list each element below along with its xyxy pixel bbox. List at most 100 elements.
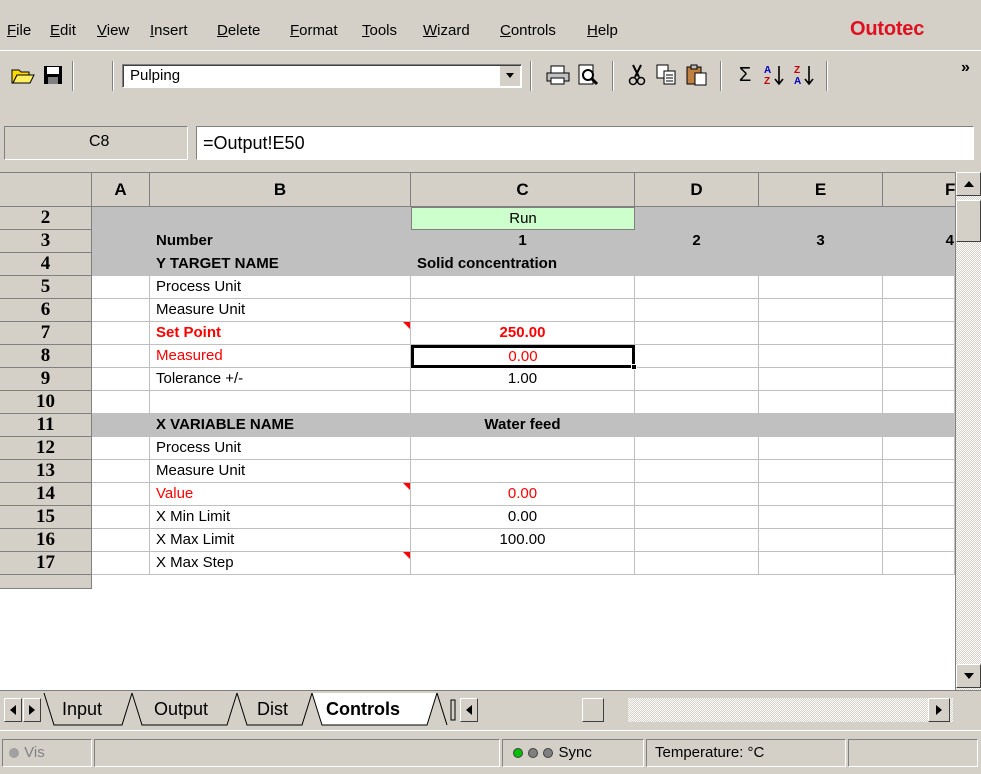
cell-d14[interactable] <box>635 483 759 506</box>
more-icon[interactable]: » <box>961 59 970 77</box>
cell-a16[interactable] <box>92 529 150 552</box>
cell-d15[interactable] <box>635 506 759 529</box>
cell-c16[interactable]: 100.00 <box>411 529 635 552</box>
cell-c15[interactable]: 0.00 <box>411 506 635 529</box>
cell-f4[interactable] <box>883 253 955 276</box>
sort-ascending-icon[interactable]: AZ <box>762 63 788 87</box>
cell-c9[interactable]: 1.00 <box>411 368 635 391</box>
cell-e2[interactable] <box>759 207 883 230</box>
cell-c11[interactable]: Water feed <box>411 414 635 437</box>
menu-insert[interactable]: Insert <box>150 21 188 41</box>
paste-icon[interactable] <box>684 63 710 87</box>
horizontal-scroll-thumb[interactable] <box>582 698 604 722</box>
vertical-scrollbar[interactable] <box>955 172 981 690</box>
column-header-e[interactable]: E <box>759 173 883 207</box>
row-header[interactable]: 8 <box>0 345 92 368</box>
cell-b16[interactable]: X Max Limit <box>150 529 411 552</box>
cell-d12[interactable] <box>635 437 759 460</box>
cell-e11[interactable] <box>759 414 883 437</box>
cell-f17[interactable] <box>883 552 955 575</box>
menu-delete[interactable]: Delete <box>217 21 260 41</box>
print-icon[interactable] <box>545 63 571 87</box>
cell-d9[interactable] <box>635 368 759 391</box>
cell-c17[interactable] <box>411 552 635 575</box>
sheet-tab-dist[interactable]: Dist <box>251 695 294 725</box>
print-preview-icon[interactable] <box>575 63 601 87</box>
cell-d5[interactable] <box>635 276 759 299</box>
horizontal-scrollbar[interactable] <box>628 698 953 722</box>
cell-a8[interactable] <box>92 345 150 368</box>
cell-d17[interactable] <box>635 552 759 575</box>
sort-descending-icon[interactable]: ZA <box>792 63 818 87</box>
cell-b9[interactable]: Tolerance +/- <box>150 368 411 391</box>
name-box[interactable]: C8 <box>4 126 188 160</box>
row-header[interactable]: 11 <box>0 414 92 437</box>
cell-f3[interactable]: 4 <box>883 230 955 253</box>
cell-b12[interactable]: Process Unit <box>150 437 411 460</box>
row-header[interactable]: 14 <box>0 483 92 506</box>
cell-d6[interactable] <box>635 299 759 322</box>
cell-e3[interactable]: 3 <box>759 230 883 253</box>
cell-a10[interactable] <box>92 391 150 414</box>
cell-f10[interactable] <box>883 391 955 414</box>
first-sheet-icon[interactable] <box>4 698 22 722</box>
cell-a6[interactable] <box>92 299 150 322</box>
chevron-down-icon[interactable] <box>500 66 520 86</box>
row-header[interactable]: 12 <box>0 437 92 460</box>
cell-e10[interactable] <box>759 391 883 414</box>
cell-b3[interactable]: Number <box>150 230 411 253</box>
select-all-corner[interactable] <box>0 173 92 207</box>
row-header[interactable]: 5 <box>0 276 92 299</box>
column-header-d[interactable]: D <box>635 173 759 207</box>
column-header-f[interactable]: F <box>883 173 955 207</box>
cell-a12[interactable] <box>92 437 150 460</box>
menu-view[interactable]: View <box>97 21 129 41</box>
menu-edit[interactable]: Edit <box>50 21 76 41</box>
cell-a5[interactable] <box>92 276 150 299</box>
cell-a17[interactable] <box>92 552 150 575</box>
cell-e12[interactable] <box>759 437 883 460</box>
spreadsheet-grid[interactable]: A B C D E F 2 Run 3 Number 1 2 3 4 4 Y TARGET NAM… <box>0 172 955 690</box>
cell-a13[interactable] <box>92 460 150 483</box>
row-header[interactable]: 3 <box>0 230 92 253</box>
cell-b11[interactable]: X VARIABLE NAME <box>150 414 411 437</box>
row-header[interactable]: 10 <box>0 391 92 414</box>
cell-b5[interactable]: Process Unit <box>150 276 411 299</box>
cell-e5[interactable] <box>759 276 883 299</box>
cell-b10[interactable] <box>150 391 411 414</box>
cell-f5[interactable] <box>883 276 955 299</box>
menu-wizard[interactable]: Wizard <box>423 21 470 41</box>
row-header[interactable]: 13 <box>0 460 92 483</box>
cell-c7[interactable]: 250.00 <box>411 322 635 345</box>
cell-c5[interactable] <box>411 276 635 299</box>
cell-c3[interactable]: 1 <box>411 230 635 253</box>
cell-e8[interactable] <box>759 345 883 368</box>
column-header-c[interactable]: C <box>411 173 635 207</box>
menu-help[interactable]: Help <box>587 21 618 41</box>
cell-e7[interactable] <box>759 322 883 345</box>
cell-d3[interactable]: 2 <box>635 230 759 253</box>
cell-a14[interactable] <box>92 483 150 506</box>
scroll-thumb[interactable] <box>956 200 981 242</box>
scroll-right-icon[interactable] <box>928 698 950 722</box>
cell-b6[interactable]: Measure Unit <box>150 299 411 322</box>
sheet-tab-controls[interactable]: Controls <box>320 695 406 725</box>
cell-d10[interactable] <box>635 391 759 414</box>
cell-a2[interactable] <box>92 207 150 230</box>
formula-input[interactable]: =Output!E50 <box>196 126 974 160</box>
cell-c13[interactable] <box>411 460 635 483</box>
cell-d2[interactable] <box>635 207 759 230</box>
cell-e16[interactable] <box>759 529 883 552</box>
cell-f12[interactable] <box>883 437 955 460</box>
row-header[interactable]: 17 <box>0 552 92 575</box>
cut-icon[interactable] <box>624 63 650 87</box>
cell-f16[interactable] <box>883 529 955 552</box>
cell-c14[interactable]: 0.00 <box>411 483 635 506</box>
cell-b7[interactable]: Set Point <box>150 322 411 345</box>
prev-sheet-icon[interactable] <box>23 698 41 722</box>
cell-e13[interactable] <box>759 460 883 483</box>
cell-b15[interactable]: X Min Limit <box>150 506 411 529</box>
row-header[interactable]: 6 <box>0 299 92 322</box>
copy-icon[interactable] <box>654 63 680 87</box>
row-header[interactable]: 15 <box>0 506 92 529</box>
